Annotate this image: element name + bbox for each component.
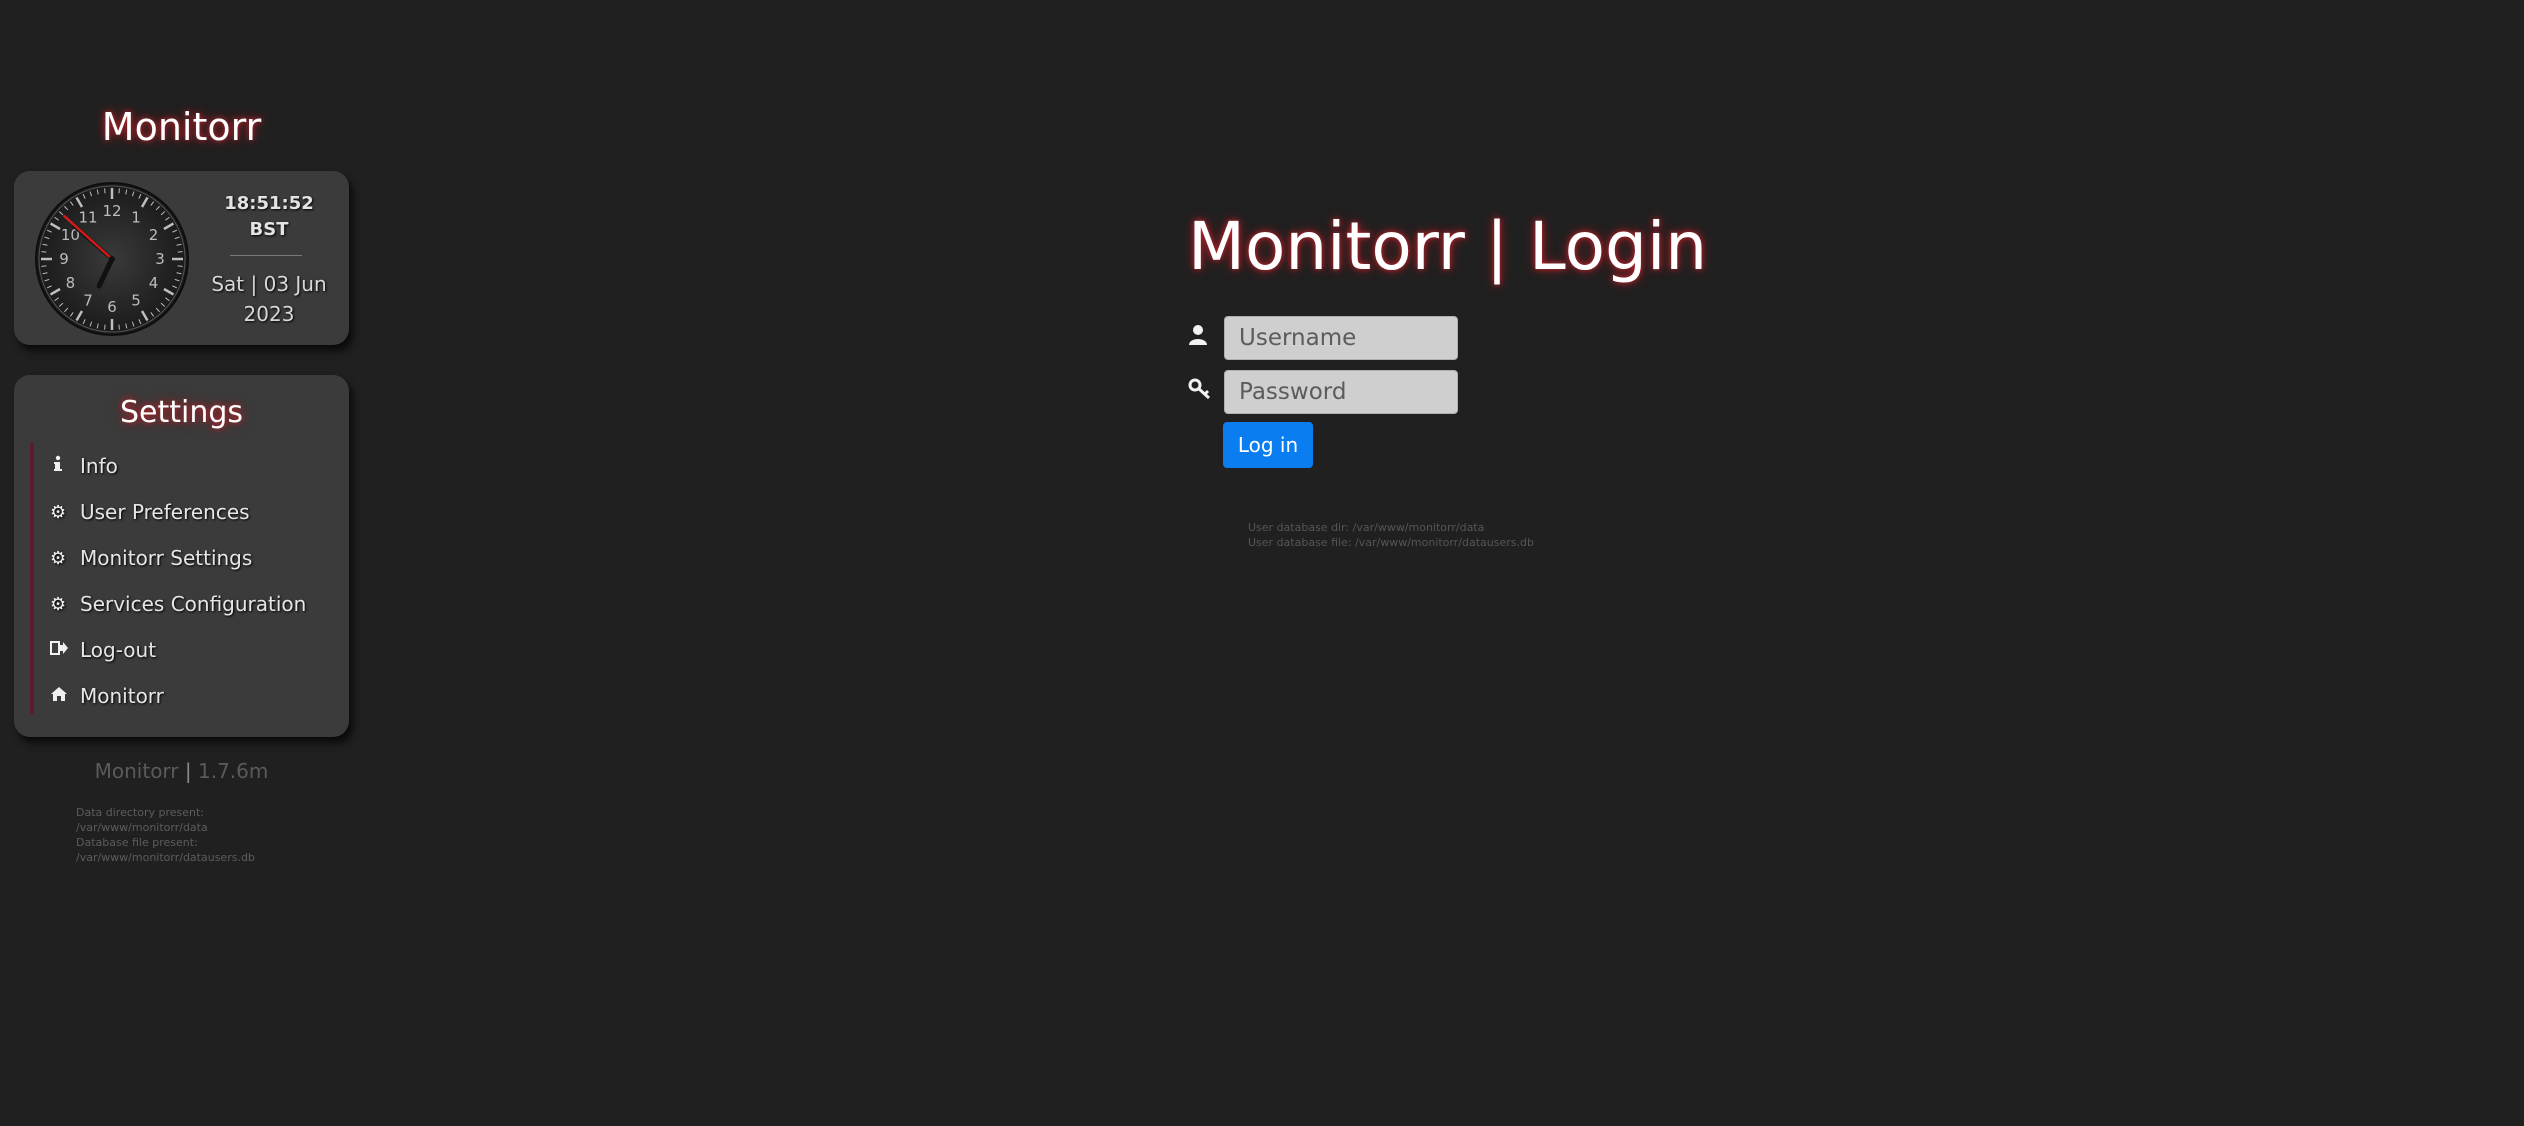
username-input[interactable] bbox=[1224, 316, 1458, 360]
user-icon bbox=[1188, 324, 1224, 352]
sidebar: Monitorr 12 1 2 3 4 5 6 7 8 9 10 11 18:51:52 BST Sa… bbox=[14, 90, 349, 865]
password-input[interactable] bbox=[1224, 370, 1458, 414]
clock-tick bbox=[177, 265, 183, 267]
gear-icon: ⚙ bbox=[50, 547, 67, 569]
settings-title: Settings bbox=[119, 395, 244, 430]
password-row bbox=[1188, 370, 1458, 414]
clock-tick bbox=[41, 265, 47, 267]
version-separator: | bbox=[184, 759, 192, 783]
menu-item-monitorr-settings[interactable]: ⚙ Monitorr Settings bbox=[34, 535, 339, 581]
clock-dial-number: 7 bbox=[83, 292, 93, 310]
gear-icon: ⚙ bbox=[50, 501, 67, 523]
gear-icon: ⚙ bbox=[50, 593, 67, 615]
home-icon bbox=[50, 686, 80, 707]
version-number: 1.7.6m bbox=[198, 759, 269, 783]
menu-item-label: Monitorr Settings bbox=[80, 546, 253, 570]
menu-item-label: Log-out bbox=[80, 638, 157, 662]
menu-item-log-out[interactable]: Log-out bbox=[34, 627, 339, 673]
menu-item-services-configuration[interactable]: ⚙ Services Configuration bbox=[34, 581, 339, 627]
clock-divider bbox=[230, 255, 302, 256]
clock-date: Sat | 03 Jun 2023 bbox=[211, 272, 327, 326]
clock-dial-number: 11 bbox=[78, 208, 97, 226]
settings-panel: Settings Info ⚙ User Preferences ⚙ Monit… bbox=[14, 375, 349, 737]
db-info-line: User database dir: /var/www/monitorr/dat… bbox=[1248, 521, 1485, 534]
username-row bbox=[1188, 316, 1458, 360]
clock-dial-number: 3 bbox=[155, 250, 165, 268]
db-info-line: User database file: /var/www/monitorr/da… bbox=[1248, 536, 1534, 549]
menu-item-user-preferences[interactable]: ⚙ User Preferences bbox=[34, 489, 339, 535]
data-info-line: Data directory present: bbox=[76, 806, 204, 819]
settings-menu: Info ⚙ User Preferences ⚙ Monitorr Setti… bbox=[30, 443, 339, 715]
clock-tick bbox=[104, 324, 106, 330]
clock-dial-number: 5 bbox=[131, 292, 141, 310]
key-icon bbox=[1188, 378, 1224, 406]
data-info-line: /var/www/monitorr/datausers.db bbox=[76, 851, 255, 864]
clock-tick bbox=[118, 324, 120, 330]
sign-out-icon bbox=[50, 640, 80, 661]
menu-item-info[interactable]: Info bbox=[34, 443, 339, 489]
clock-timezone: BST bbox=[249, 219, 289, 240]
clock-widget: 12 1 2 3 4 5 6 7 8 9 10 11 18:51:52 BST Sat | 03 Ju… bbox=[14, 171, 349, 345]
clock-dial-number: 2 bbox=[149, 226, 159, 244]
menu-item-label: User Preferences bbox=[80, 500, 250, 524]
menu-item-label: Monitorr bbox=[80, 684, 164, 708]
clock-tick bbox=[118, 188, 120, 194]
analog-clock: 12 1234567891011 bbox=[35, 182, 189, 336]
data-info-line: /var/www/monitorr/data bbox=[76, 821, 208, 834]
clock-tick bbox=[41, 251, 47, 253]
sidebar-brand: Monitorr bbox=[101, 105, 262, 149]
clock-dial-number: 12 bbox=[102, 202, 121, 220]
digital-clock: 18:51:52 BST bbox=[199, 191, 339, 243]
login-title: Monitorr | Login bbox=[1188, 208, 1708, 285]
data-info-line: Database file present: bbox=[76, 836, 198, 849]
clock-time: 18:51:52 bbox=[224, 193, 314, 214]
version-info: Monitorr | 1.7.6m bbox=[14, 759, 349, 783]
clock-tick bbox=[177, 251, 183, 253]
clock-dial-number: 8 bbox=[66, 274, 76, 292]
info-icon bbox=[50, 455, 80, 478]
data-directory-info: Data directory present: /var/www/monitor… bbox=[76, 805, 349, 865]
login-button[interactable]: Log in bbox=[1223, 422, 1313, 468]
user-database-info: User database dir: /var/www/monitorr/dat… bbox=[1248, 520, 1534, 550]
menu-item-monitorr[interactable]: Monitorr bbox=[34, 673, 339, 719]
menu-item-label: Services Configuration bbox=[80, 592, 307, 616]
clock-tick bbox=[104, 188, 106, 194]
clock-dial-number: 1 bbox=[131, 208, 141, 226]
menu-item-label: Info bbox=[80, 454, 118, 478]
clock-dial-number: 6 bbox=[107, 298, 117, 316]
clock-dial-number: 9 bbox=[59, 250, 69, 268]
version-app-name: Monitorr bbox=[94, 759, 179, 783]
clock-dial-number: 4 bbox=[149, 274, 159, 292]
